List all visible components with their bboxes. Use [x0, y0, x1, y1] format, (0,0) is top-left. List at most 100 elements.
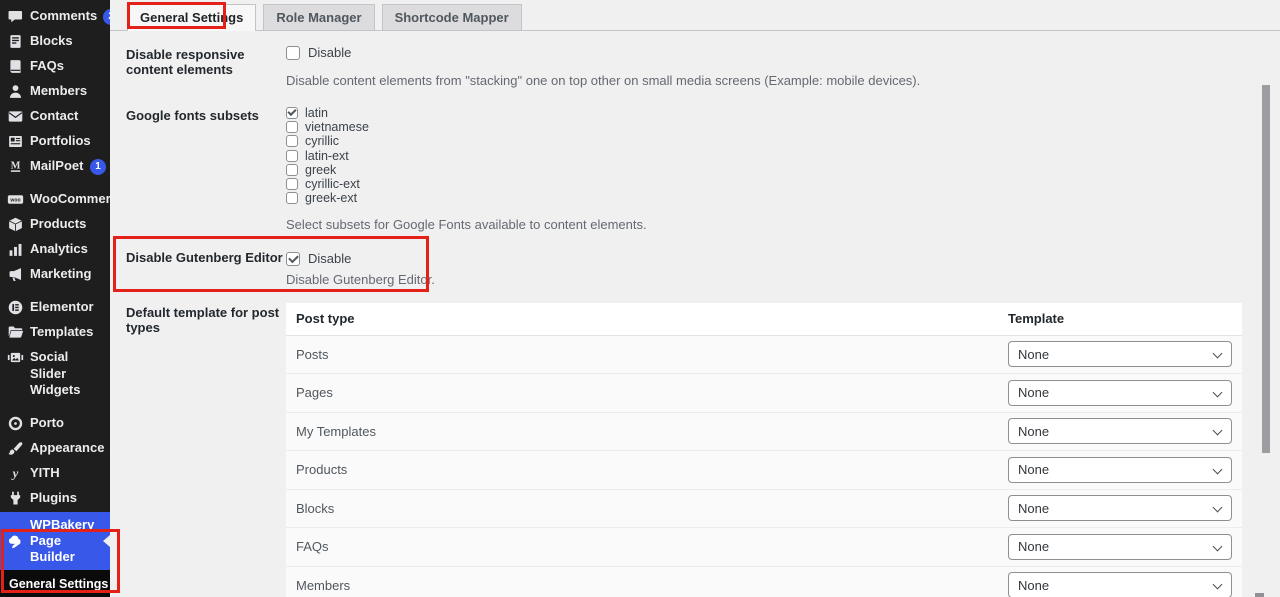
gutenberg-disable-checkbox[interactable]: Disable	[286, 251, 351, 266]
table-row: Products None	[286, 451, 1242, 490]
font-subset-option-latin-ext[interactable]: latin-ext	[286, 148, 1280, 162]
template-select-blocks[interactable]: None	[1008, 495, 1232, 521]
comments-icon	[7, 8, 24, 25]
template-select-my-templates[interactable]: None	[1008, 418, 1232, 444]
sidebar-item-label: Plugins	[30, 490, 106, 507]
sidebar-item-woocommerce[interactable]: wooWooCommerce	[0, 187, 110, 212]
checkbox-icon	[286, 164, 298, 176]
sidebar-item-templates[interactable]: Templates	[0, 320, 110, 345]
template-select-faqs[interactable]: None	[1008, 534, 1232, 560]
sidebar-item-mailpoet[interactable]: M MailPoet 1	[0, 154, 110, 179]
font-subset-label: greek	[305, 163, 336, 177]
template-select-wrap: None	[1008, 495, 1232, 521]
wpbakery-icon	[7, 533, 24, 550]
admin-sidebar: Comments2 Blocks FAQsMembers Contact Portfol…	[0, 0, 110, 597]
checkbox-label: Disable	[308, 251, 351, 266]
tab-shortcode-mapper[interactable]: Shortcode Mapper	[382, 4, 522, 30]
sidebar-item-appearance[interactable]: Appearance	[0, 436, 110, 461]
count-badge: 2	[103, 9, 110, 25]
font-subset-label: cyrillic	[305, 134, 339, 148]
template-cell: None	[998, 412, 1242, 451]
social-slider-icon	[7, 349, 24, 366]
svg-text:woo: woo	[9, 198, 20, 204]
sidebar-menu: Comments2 Blocks FAQsMembers Contact Portfol…	[0, 0, 110, 512]
responsive-disable-checkbox[interactable]: Disable	[286, 45, 351, 60]
setting-label: Google fonts subsets	[126, 106, 286, 232]
tab-role-manager[interactable]: Role Manager	[263, 4, 374, 30]
sidebar-item-members[interactable]: Members	[0, 79, 110, 104]
sidebar-item-comments[interactable]: Comments2	[0, 4, 110, 29]
contact-icon	[7, 108, 24, 125]
post-type-cell: Posts	[286, 335, 998, 374]
sidebar-item-elementor[interactable]: Elementor	[0, 295, 110, 320]
sidebar-item-analytics[interactable]: Analytics	[0, 237, 110, 262]
template-cell: None	[998, 335, 1242, 374]
sidebar-item-label: YITH	[30, 465, 106, 482]
sidebar-item-label: Contact	[30, 108, 106, 125]
template-select-wrap: None	[1008, 380, 1232, 406]
post-type-cell: Pages	[286, 374, 998, 413]
template-cell: None	[998, 374, 1242, 413]
appearance-icon	[7, 440, 24, 457]
sidebar-submenu-general-settings[interactable]: General Settings	[0, 570, 110, 597]
font-subset-option-latin[interactable]: latin	[286, 106, 1280, 120]
template-select-wrap: None	[1008, 341, 1232, 367]
font-subset-option-greek[interactable]: greek	[286, 163, 1280, 177]
template-cell: None	[998, 451, 1242, 490]
sidebar-item-wpbakery-page-builder[interactable]: WPBakery Page Builder	[0, 512, 110, 570]
count-badge: 1	[90, 159, 106, 175]
template-select-members[interactable]: None	[1008, 572, 1232, 597]
template-select-pages[interactable]: None	[1008, 380, 1232, 406]
sidebar-item-marketing[interactable]: Marketing	[0, 262, 110, 287]
template-select-posts[interactable]: None	[1008, 341, 1232, 367]
checkbox-label: Disable	[308, 45, 351, 60]
font-subset-option-cyrillic-ext[interactable]: cyrillic-ext	[286, 177, 1280, 191]
sidebar-item-faqs[interactable]: FAQs	[0, 54, 110, 79]
sidebar-item-yith[interactable]: y YITH	[0, 461, 110, 486]
porto-icon	[7, 415, 24, 432]
template-select-wrap: None	[1008, 457, 1232, 483]
sidebar-item-label: MailPoet	[30, 158, 84, 175]
template-select-wrap: None	[1008, 534, 1232, 560]
woocommerce-icon: woo	[7, 191, 24, 208]
wordpress-admin: Comments2 Blocks FAQsMembers Contact Portfol…	[0, 0, 1280, 597]
sidebar-item-products[interactable]: Products	[0, 212, 110, 237]
sidebar-item-contact[interactable]: Contact	[0, 104, 110, 129]
sidebar-item-portfolios[interactable]: Portfolios	[0, 129, 110, 154]
setting-label: Default template for post types	[126, 303, 286, 597]
table-row: My Templates None	[286, 412, 1242, 451]
table-row: Pages None	[286, 374, 1242, 413]
checkbox-icon	[286, 121, 298, 133]
font-subset-option-greek-ext[interactable]: greek-ext	[286, 191, 1280, 205]
checkbox-icon	[286, 192, 298, 204]
template-select-products[interactable]: None	[1008, 457, 1232, 483]
checkbox-icon	[286, 135, 298, 147]
svg-text:y: y	[11, 466, 19, 480]
mailpoet-icon: M	[7, 158, 24, 175]
settings-page: General Settings Role Manager Shortcode Ma…	[110, 0, 1280, 597]
blocks-icon	[7, 33, 24, 50]
post-type-template-table: Post type Template PostsNonePagesNoneMy …	[286, 303, 1242, 597]
products-icon	[7, 216, 24, 233]
sidebar-item-porto[interactable]: Porto	[0, 411, 110, 436]
post-type-cell: My Templates	[286, 412, 998, 451]
checkbox-icon	[286, 252, 300, 266]
post-type-cell: Products	[286, 451, 998, 490]
post-type-cell: Blocks	[286, 489, 998, 528]
sidebar-item-label: WPBakery Page Builder	[30, 517, 100, 565]
font-subset-option-cyrillic[interactable]: cyrillic	[286, 134, 1280, 148]
setting-description: Disable content elements from "stacking"…	[286, 73, 1280, 88]
sidebar-item-label: Elementor	[30, 299, 106, 316]
sidebar-item-plugins[interactable]: Plugins	[0, 486, 110, 511]
tab-general-settings[interactable]: General Settings	[127, 4, 256, 31]
scrollbar-thumb[interactable]	[1262, 85, 1270, 453]
checkbox-icon	[286, 46, 300, 60]
sidebar-item-blocks[interactable]: Blocks	[0, 29, 110, 54]
sidebar-item-social-slider-widgets[interactable]: Social Slider Widgets	[0, 345, 110, 403]
analytics-icon	[7, 241, 24, 258]
sidebar-item-label: Blocks	[30, 33, 106, 50]
template-cell: None	[998, 566, 1242, 597]
portfolios-icon	[7, 133, 24, 150]
column-header-post-type: Post type	[286, 303, 998, 335]
font-subset-option-vietnamese[interactable]: vietnamese	[286, 120, 1280, 134]
